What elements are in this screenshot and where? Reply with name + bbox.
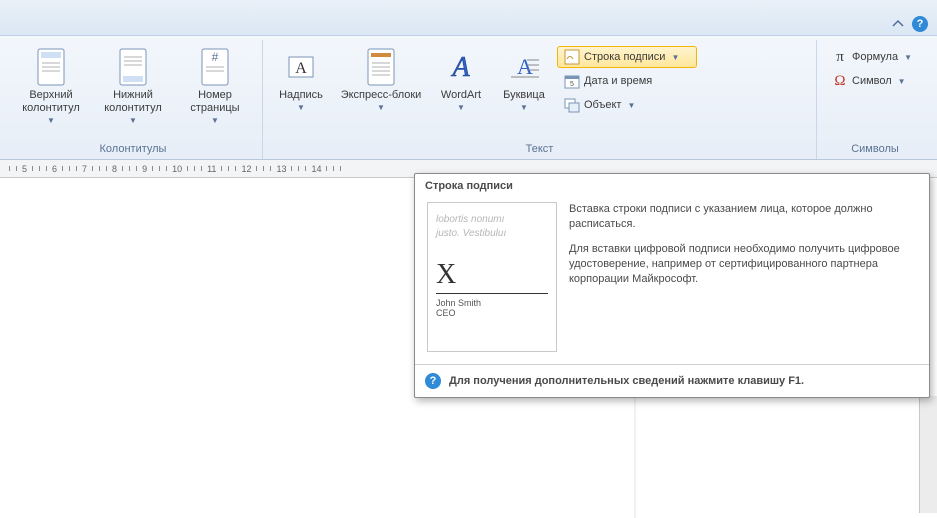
symbol-icon: Ω: [832, 73, 848, 89]
footer-button[interactable]: Нижний колонтитул ▼: [94, 44, 172, 128]
chevron-down-icon: ▼: [129, 116, 137, 125]
chevron-down-icon: ▼: [520, 103, 528, 112]
symbol-button[interactable]: Ω Символ ▼: [825, 70, 925, 92]
minimize-ribbon-icon[interactable]: [889, 15, 907, 33]
group-title-symbols: Символы: [825, 141, 925, 159]
ruler-number: 11: [207, 164, 216, 174]
ribbon-group-text: A Надпись ▼ Экспресс-блоки ▼ A WordArt ▼: [263, 40, 817, 159]
equation-label: Формула: [852, 51, 898, 63]
title-bar: ?: [0, 0, 937, 36]
wordart-icon: A: [444, 47, 478, 87]
signature-line-label: Строка подписи: [584, 51, 665, 63]
tooltip-paragraph-2: Для вставки цифровой подписи необходимо …: [569, 242, 917, 287]
quickparts-label: Экспресс-блоки: [341, 89, 422, 102]
tooltip-preview: lobortis nonumı justo. Vestibuluı X John…: [427, 202, 557, 352]
vertical-scrollbar[interactable]: [919, 396, 937, 513]
dropcap-button[interactable]: A Буквица ▼: [495, 44, 553, 115]
textbox-button[interactable]: A Надпись ▼: [271, 44, 331, 115]
ruler-number: 6: [52, 164, 57, 174]
ribbon: Верхний колонтитул ▼ Нижний колонтитул ▼…: [0, 36, 937, 160]
preview-signature-x: X: [436, 259, 548, 291]
chevron-down-icon: ▼: [671, 53, 679, 62]
tooltip-footer-text: Для получения дополнительных сведений на…: [449, 375, 804, 387]
tooltip-footer: ? Для получения дополнительных сведений …: [415, 364, 929, 397]
chevron-down-icon: ▼: [47, 116, 55, 125]
chevron-down-icon: ▼: [627, 101, 635, 110]
header-icon: [34, 47, 68, 87]
preview-signature-line: [436, 293, 548, 294]
chevron-down-icon: ▼: [297, 103, 305, 112]
symbol-label: Символ: [852, 75, 892, 87]
object-icon: [564, 97, 580, 113]
tooltip-paragraph-1: Вставка строки подписи с указанием лица,…: [569, 202, 917, 232]
preview-signer-name: John Smith: [436, 298, 548, 308]
footer-icon: [116, 47, 150, 87]
chevron-down-icon: ▼: [898, 77, 906, 86]
ruler-number: 13: [276, 164, 286, 174]
date-time-label: Дата и время: [584, 75, 652, 87]
wordart-button[interactable]: A WordArt ▼: [431, 44, 491, 115]
object-label: Объект: [584, 99, 621, 111]
page-number-label: Номер страницы: [181, 89, 249, 115]
chevron-down-icon: ▼: [457, 103, 465, 112]
chevron-down-icon: ▼: [211, 116, 219, 125]
group-title-headers-footers: Колонтитулы: [12, 141, 254, 159]
chevron-down-icon: ▼: [904, 53, 912, 62]
ruler-number: 8: [112, 164, 117, 174]
page-number-button[interactable]: # Номер страницы ▼: [176, 44, 254, 128]
dropcap-label: Буквица: [503, 89, 545, 102]
help-icon[interactable]: ?: [911, 15, 929, 33]
svg-text:#: #: [212, 50, 219, 64]
ruler-number: 10: [172, 164, 182, 174]
textbox-icon: A: [284, 47, 318, 87]
ruler-number: 7: [82, 164, 87, 174]
preview-lorem-1: lobortis nonumı: [436, 213, 548, 227]
equation-button[interactable]: π Формула ▼: [825, 46, 925, 68]
ruler-number: 12: [241, 164, 251, 174]
page-number-icon: #: [198, 47, 232, 87]
wordart-label: WordArt: [441, 89, 481, 102]
equation-icon: π: [832, 49, 848, 65]
textbox-label: Надпись: [279, 89, 323, 102]
svg-text:5: 5: [570, 81, 574, 88]
svg-text:A: A: [517, 54, 533, 79]
group-title-text: Текст: [271, 141, 808, 159]
chevron-down-icon: ▼: [377, 103, 385, 112]
tooltip-title: Строка подписи: [415, 174, 929, 196]
date-time-icon: 5: [564, 73, 580, 89]
quickparts-button[interactable]: Экспресс-блоки ▼: [335, 44, 427, 115]
quickparts-icon: [364, 47, 398, 87]
footer-label: Нижний колонтитул: [99, 89, 167, 115]
header-label: Верхний колонтитул: [17, 89, 85, 115]
preview-signer-role: CEO: [436, 308, 548, 318]
signature-icon: [564, 49, 580, 65]
ruler-number: 5: [22, 164, 27, 174]
object-button[interactable]: Объект ▼: [557, 94, 697, 116]
ruler-number: 9: [142, 164, 147, 174]
dropcap-icon: A: [507, 47, 541, 87]
preview-lorem-2: justo. Vestibuluı: [436, 227, 548, 241]
ribbon-group-headers-footers: Верхний колонтитул ▼ Нижний колонтитул ▼…: [4, 40, 263, 159]
ribbon-group-symbols: π Формула ▼ Ω Символ ▼ Символы: [817, 40, 933, 159]
svg-text:A: A: [450, 52, 470, 83]
signature-line-tooltip: Строка подписи lobortis nonumı justo. Ve…: [414, 173, 930, 398]
date-time-button[interactable]: 5 Дата и время: [557, 70, 697, 92]
signature-line-button[interactable]: Строка подписи ▼: [557, 46, 697, 68]
header-button[interactable]: Верхний колонтитул ▼: [12, 44, 90, 128]
svg-text:A: A: [295, 60, 307, 77]
ruler-number: 14: [311, 164, 321, 174]
help-icon: ?: [425, 373, 441, 389]
